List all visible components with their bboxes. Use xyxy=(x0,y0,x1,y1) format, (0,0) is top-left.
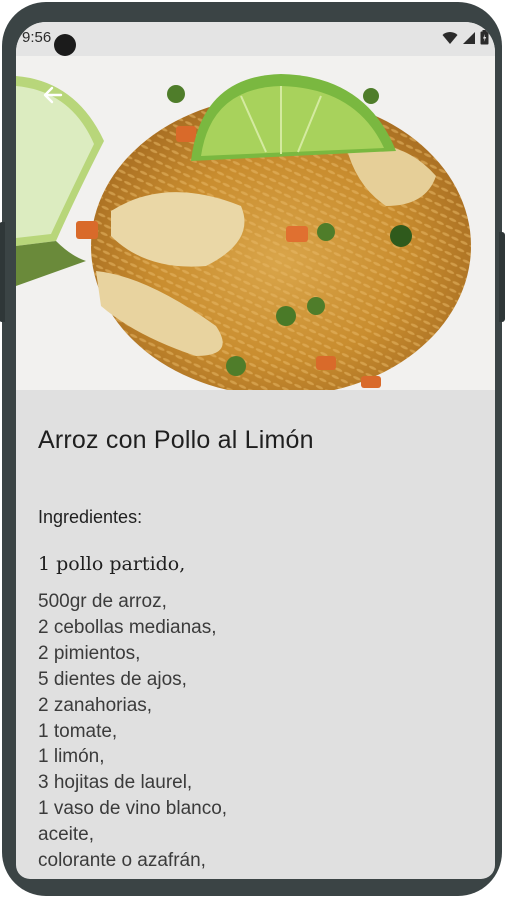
wifi-icon xyxy=(442,31,458,44)
status-icons xyxy=(442,30,489,45)
power-button xyxy=(499,232,505,322)
recipe-title: Arroz con Pollo al Limón xyxy=(38,426,314,454)
list-item: aceite, xyxy=(38,824,94,846)
list-item: colorante o azafrán, xyxy=(38,850,206,872)
phone-frame: 9:56 Arroz con Pollo al Limón Ingredient… xyxy=(0,2,505,896)
rice-dish-photo xyxy=(16,56,495,390)
status-bar: 9:56 xyxy=(16,22,495,56)
list-item: 500gr de arroz, xyxy=(38,591,167,612)
list-item: 2 zanahorias, xyxy=(38,694,153,716)
list-item: 3 hojitas de laurel, xyxy=(38,772,193,794)
app-screen: 9:56 Arroz con Pollo al Limón Ingredient… xyxy=(16,22,495,879)
ingredients-label: Ingredientes: xyxy=(38,507,143,527)
first-ingredient: 1 pollo partido, xyxy=(38,553,186,575)
list-item: 1 limón, xyxy=(38,746,105,768)
front-camera xyxy=(54,34,76,56)
back-button[interactable] xyxy=(38,80,68,110)
battery-icon xyxy=(480,30,489,45)
signal-icon xyxy=(463,31,475,44)
list-item: 1 vaso de vino blanco, xyxy=(38,798,228,820)
arrow-left-icon xyxy=(43,86,63,104)
list-item: 2 pimientos, xyxy=(38,642,141,664)
list-item: 1 tomate, xyxy=(38,720,118,742)
ingredient-list: 500gr de arroz, 2 cebollas medianas, 2 p… xyxy=(38,589,478,874)
list-item: 5 dientes de ajos, xyxy=(38,668,187,690)
status-time: 9:56 xyxy=(22,29,52,46)
recipe-content: Arroz con Pollo al Limón Ingredientes: 1… xyxy=(38,390,478,874)
volume-button xyxy=(0,222,5,322)
recipe-hero-image xyxy=(16,56,495,390)
list-item: 2 cebollas medianas, xyxy=(38,616,217,638)
